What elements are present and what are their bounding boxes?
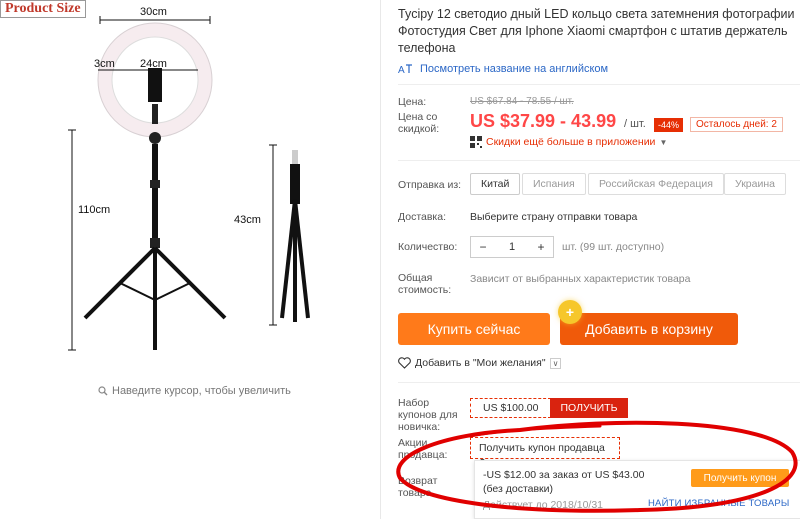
seller-promo-label: Акции продавца: [398,437,448,461]
quantity-minus-button[interactable]: − [471,240,495,254]
get-seller-coupon-button[interactable]: Получить купон [691,469,789,487]
quantity-input[interactable]: 1 [495,241,529,253]
divider [398,84,800,85]
return-label: Возврат товара [398,475,438,499]
chevron-down-icon[interactable]: ∨ [549,357,562,369]
sale-price: US $37.99 - 43.99 [470,111,617,131]
divider [398,160,800,161]
wishlist-text[interactable]: Добавить в "Мои желания" [415,357,546,369]
coupon-expiry: Действует до 2018/10/31 [483,499,604,511]
buy-now-button[interactable]: Купить сейчас [398,313,550,345]
discount-badge: -44% [654,118,684,132]
seller-coupon-popup: -US $12.00 за заказ от US $43.00 (без до… [474,460,800,519]
find-favorites-link[interactable]: НАЙТИ ИЗБРАННЫЕ ТОВАРЫ [648,498,790,509]
ship-option-russia[interactable]: Российская Федерация [588,173,724,195]
old-price: US $67.84 - 78.55 / шт. [470,96,574,107]
get-coupon-button[interactable]: ПОЛУЧИТЬ [550,398,628,418]
days-left-badge: Осталось дней: 2 [690,117,783,132]
heart-icon [398,357,411,369]
ship-option-ukraine[interactable]: Украина [724,173,786,195]
wishlist-link[interactable]: Добавить в "Мои желания" ∨ [398,357,562,369]
cart-badge-icon: + [558,300,582,324]
coupon-offer-text: -US $12.00 за заказ от US $43.00 [483,469,645,481]
per-unit: / шт. [624,118,646,130]
zoom-hint: Наведите курсор, чтобы увеличить [98,385,291,397]
new-user-coupon-value: US $100.00 [470,398,552,418]
product-details: Tycipy 12 светодио дный LED кольцо света… [398,0,800,519]
translate-link-text[interactable]: Посмотреть название на английском [420,63,608,75]
magnifier-icon [98,386,108,396]
ring-light-illustration [68,16,310,351]
app-discount-link[interactable]: Скидки ещё больше в приложении ▼ [470,136,667,148]
dim-folded-height: 43cm [234,214,261,226]
seller-coupon-text[interactable]: Получить купон продавца [479,442,605,454]
delivery-value: Выберите страну отправки товара [470,211,638,223]
translate-icon: A [398,64,412,75]
ship-option-spain[interactable]: Испания [522,173,586,195]
coupon-shipping-note: (без доставки) [483,483,554,495]
qr-code-icon [470,136,482,148]
price-label: Цена: [398,96,427,108]
panel-divider [380,0,381,519]
translate-link[interactable]: A Посмотреть название на английском [398,63,800,75]
ship-from-label: Отправка из: [398,179,462,191]
quantity-stepper[interactable]: − 1 + [470,236,554,258]
dim-stand-height: 110cm [78,204,111,216]
ship-option-china[interactable]: Китай [470,173,521,195]
chevron-down-icon: ▼ [659,137,668,147]
total-label: Общая стоимость: [398,272,452,296]
zoom-hint-text: Наведите курсор, чтобы увеличить [112,385,291,397]
dim-inner-ring: 24cm [140,58,167,70]
svg-text:A: A [398,65,405,75]
dim-ring-diameter: 30cm [140,6,167,18]
total-value: Зависит от выбранных характеристик товар… [470,273,691,285]
product-title: Tycipy 12 светодио дный LED кольцо света… [398,7,795,55]
divider [398,382,800,383]
quantity-label: Количество: [398,241,458,253]
delivery-label: Доставка: [398,211,447,223]
dim-ring-edge: 3cm [94,58,115,70]
product-image-panel[interactable]: Product Size 30cm 24cm 3cm 110cm 43cm На… [0,0,380,519]
discount-price-label: Цена со скидкой: [398,111,440,135]
app-discount-text[interactable]: Скидки ещё больше в приложении [486,136,655,148]
quantity-available: шт. (99 шт. доступно) [562,241,665,253]
add-to-cart-button[interactable]: Добавить в корзину [560,313,738,345]
quantity-plus-button[interactable]: + [529,240,553,254]
seller-coupon-dropdown[interactable]: Получить купон продавца ▼ [470,437,620,465]
new-user-coupon-label: Набор купонов для новичка: [398,397,458,433]
